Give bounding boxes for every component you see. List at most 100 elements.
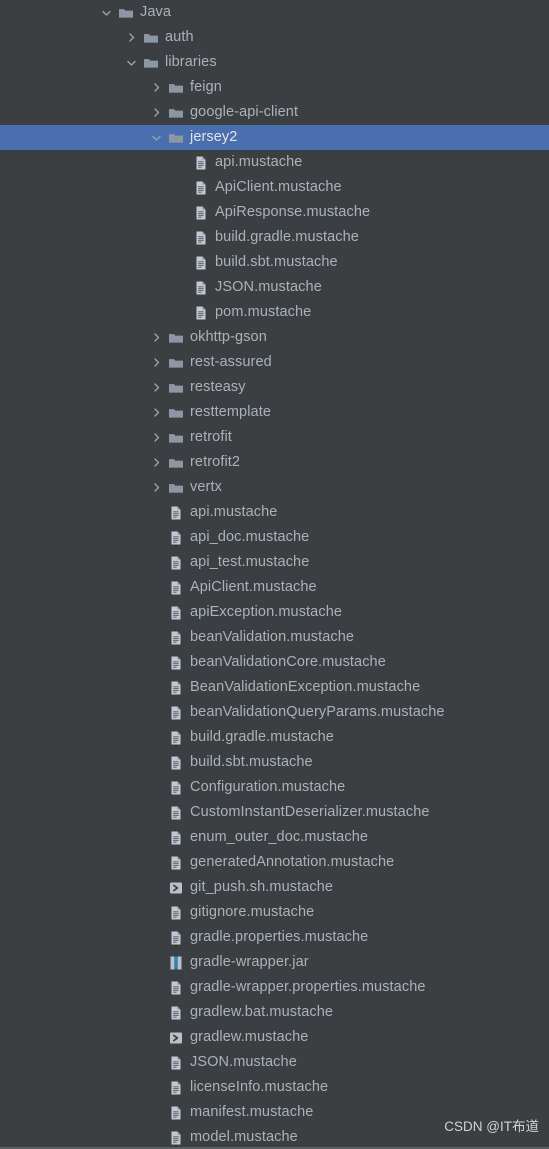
tree-row[interactable]: beanValidationCore.mustache (0, 650, 549, 675)
tree-row[interactable]: gradle-wrapper.jar (0, 950, 549, 975)
chevron-right-icon[interactable] (150, 456, 163, 469)
tree-row[interactable]: JSON.mustache (0, 1050, 549, 1075)
tree-row-label: feign (190, 79, 222, 95)
tree-row[interactable]: JSON.mustache (0, 275, 549, 300)
tree-row-label: api_test.mustache (190, 554, 310, 570)
tree-row-spacer (175, 206, 188, 219)
tree-row[interactable]: Configuration.mustache (0, 775, 549, 800)
tree-row[interactable]: model.mustache (0, 1125, 549, 1147)
mustache-file-icon (193, 255, 209, 271)
chevron-right-icon[interactable] (150, 81, 163, 94)
chevron-right-icon[interactable] (150, 381, 163, 394)
tree-row[interactable]: apiException.mustache (0, 600, 549, 625)
tree-row-label: retrofit2 (190, 454, 241, 470)
chevron-right-icon[interactable] (150, 356, 163, 369)
chevron-right-icon[interactable] (150, 481, 163, 494)
tree-row[interactable]: retrofit2 (0, 450, 549, 475)
tree-row[interactable]: pom.mustache (0, 300, 549, 325)
folder-icon (143, 30, 159, 46)
chevron-right-icon[interactable] (150, 431, 163, 444)
chevron-down-icon[interactable] (125, 56, 138, 69)
tree-row[interactable]: generatedAnnotation.mustache (0, 850, 549, 875)
tree-row[interactable]: ApiResponse.mustache (0, 200, 549, 225)
tree-row-spacer (150, 856, 163, 869)
tree-row[interactable]: google-api-client (0, 100, 549, 125)
mustache-file-icon (193, 230, 209, 246)
tree-row-spacer (150, 931, 163, 944)
tree-row[interactable]: resteasy (0, 375, 549, 400)
mustache-file-icon (168, 530, 184, 546)
chevron-right-icon[interactable] (125, 31, 138, 44)
mustache-file-icon (193, 280, 209, 296)
chevron-right-icon[interactable] (150, 406, 163, 419)
tree-row-label: ApiResponse.mustache (215, 204, 371, 220)
tree-row[interactable]: gradlew.bat.mustache (0, 1000, 549, 1025)
chevron-down-icon[interactable] (150, 131, 163, 144)
chevron-down-icon[interactable] (100, 6, 113, 19)
tree-row-spacer (150, 556, 163, 569)
tree-row-label: beanValidation.mustache (190, 629, 355, 645)
tree-row[interactable]: rest-assured (0, 350, 549, 375)
mustache-file-icon (168, 1130, 184, 1146)
mustache-file-icon (193, 180, 209, 196)
tree-row[interactable]: api.mustache (0, 500, 549, 525)
tree-row[interactable]: libraries (0, 50, 549, 75)
tree-row[interactable]: git_push.sh.mustache (0, 875, 549, 900)
tree-row-label: pom.mustache (215, 304, 312, 320)
tree-row[interactable]: Java (0, 0, 549, 25)
tree-row[interactable]: retrofit (0, 425, 549, 450)
tree-row[interactable]: manifest.mustache (0, 1100, 549, 1125)
tree-row[interactable]: resttemplate (0, 400, 549, 425)
project-tree-panel[interactable]: Java auth libraries feign google-api-client j… (0, 0, 549, 1149)
tree-row-label: retrofit (190, 429, 232, 445)
tree-row[interactable]: enum_outer_doc.mustache (0, 825, 549, 850)
tree-row-label: gradle-wrapper.properties.mustache (190, 979, 426, 995)
tree-row-label: google-api-client (190, 104, 299, 120)
tree-row[interactable]: gradle.properties.mustache (0, 925, 549, 950)
tree-row-spacer (150, 506, 163, 519)
tree-row-label: okhttp-gson (190, 329, 267, 345)
tree-row-label: gitignore.mustache (190, 904, 315, 920)
tree-row[interactable]: api_test.mustache (0, 550, 549, 575)
tree-row[interactable]: licenseInfo.mustache (0, 1075, 549, 1100)
tree-row[interactable]: api.mustache (0, 150, 549, 175)
folder-icon (168, 405, 184, 421)
file-tree[interactable]: Java auth libraries feign google-api-client j… (0, 0, 549, 1147)
tree-row[interactable]: api_doc.mustache (0, 525, 549, 550)
tree-row[interactable]: beanValidation.mustache (0, 625, 549, 650)
tree-row[interactable]: ApiClient.mustache (0, 575, 549, 600)
tree-row[interactable]: gradlew.mustache (0, 1025, 549, 1050)
folder-icon (168, 480, 184, 496)
chevron-right-icon[interactable] (150, 331, 163, 344)
chevron-right-icon[interactable] (150, 106, 163, 119)
tree-row[interactable]: CustomInstantDeserializer.mustache (0, 800, 549, 825)
mustache-file-icon (168, 580, 184, 596)
tree-row[interactable]: jersey2 (0, 125, 549, 150)
tree-row[interactable]: gradle-wrapper.properties.mustache (0, 975, 549, 1000)
tree-row[interactable]: vertx (0, 475, 549, 500)
tree-row[interactable]: build.gradle.mustache (0, 725, 549, 750)
tree-row[interactable]: build.sbt.mustache (0, 250, 549, 275)
tree-row-spacer (150, 681, 163, 694)
tree-row[interactable]: auth (0, 25, 549, 50)
mustache-file-icon (168, 830, 184, 846)
tree-row-spacer (150, 906, 163, 919)
tree-row[interactable]: beanValidationQueryParams.mustache (0, 700, 549, 725)
tree-row-spacer (175, 306, 188, 319)
tree-row[interactable]: build.gradle.mustache (0, 225, 549, 250)
tree-row-label: ApiClient.mustache (215, 179, 342, 195)
tree-row-spacer (150, 1131, 163, 1144)
tree-row-spacer (150, 981, 163, 994)
tree-row-label: Configuration.mustache (190, 779, 346, 795)
tree-row-spacer (175, 281, 188, 294)
tree-row[interactable]: build.sbt.mustache (0, 750, 549, 775)
folder-icon (143, 55, 159, 71)
tree-row[interactable]: okhttp-gson (0, 325, 549, 350)
tree-row-spacer (150, 531, 163, 544)
tree-row[interactable]: gitignore.mustache (0, 900, 549, 925)
tree-row[interactable]: feign (0, 75, 549, 100)
tree-row-label: model.mustache (190, 1129, 298, 1145)
tree-row[interactable]: ApiClient.mustache (0, 175, 549, 200)
folder-icon (168, 455, 184, 471)
tree-row[interactable]: BeanValidationException.mustache (0, 675, 549, 700)
